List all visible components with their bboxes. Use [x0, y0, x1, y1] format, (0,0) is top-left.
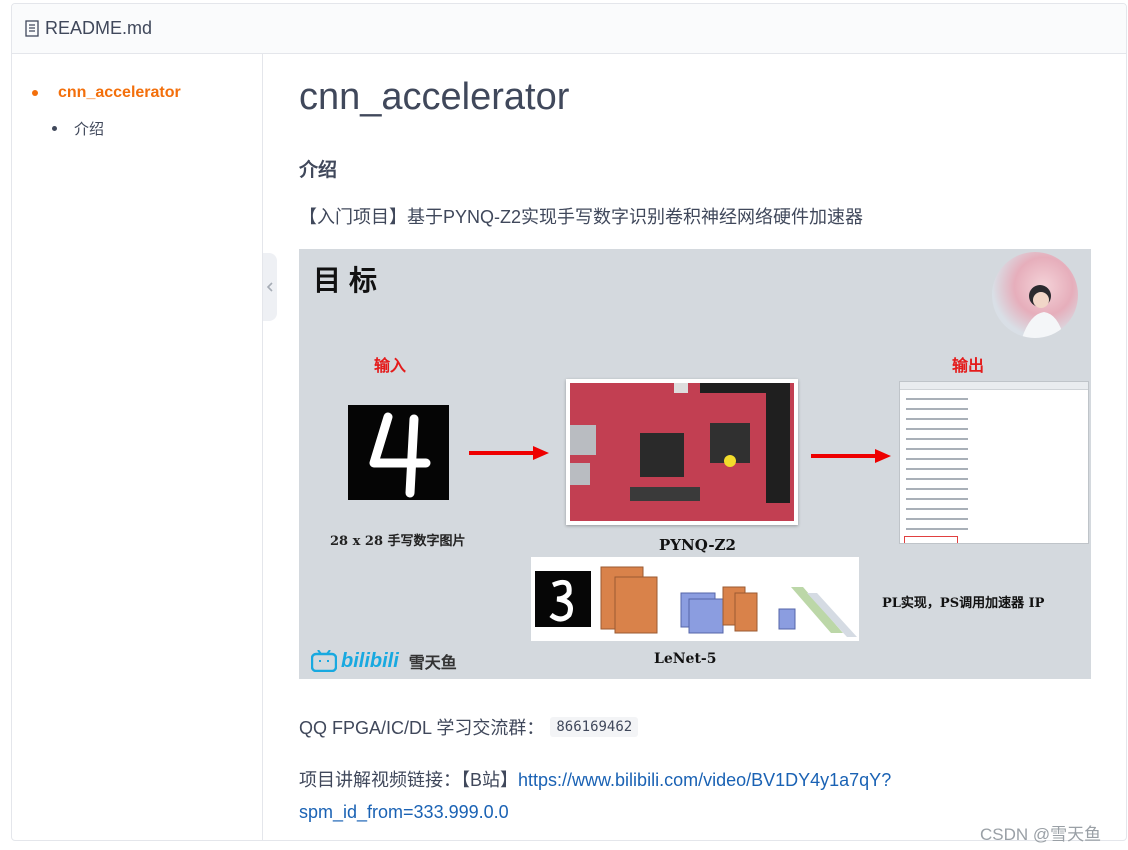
intro-paragraph: 【入门项目】基于PYNQ-Z2实现手写数字识别卷积神经网络硬件加速器	[299, 207, 864, 227]
toc-collapse-handle[interactable]	[263, 253, 277, 321]
bilibili-tv-icon	[311, 650, 337, 672]
qq-group-paragraph: QQ FPGA/IC/DL 学习交流群： 866169462	[299, 714, 639, 740]
digit-caption: 28 x 28 手写数字图片	[330, 534, 466, 549]
file-header: README.md	[12, 4, 1126, 54]
video-link-label: 项目讲解视频链接：【B站】	[299, 770, 519, 790]
banner-title: 目标	[313, 264, 386, 297]
board-caption: PYNQ-Z2	[659, 536, 736, 554]
csdn-watermark: CSDN @雪天鱼	[980, 825, 1102, 844]
page-title: cnn_accelerator	[299, 76, 570, 118]
arrow-right-icon	[811, 449, 891, 463]
section-heading: 介绍	[299, 160, 338, 181]
toc-item-intro[interactable]: 介绍	[52, 118, 104, 139]
lenet-diagram	[531, 557, 859, 641]
bilibili-logo-text: bilibili	[341, 649, 399, 672]
file-text-icon	[25, 20, 39, 37]
avatar-figure	[1022, 285, 1064, 338]
qq-group-label: QQ FPGA/IC/DL 学习交流群：	[299, 718, 545, 738]
video-link-paragraph: 项目讲解视频链接：【B站】https://www.bilibili.com/vi…	[299, 764, 1059, 828]
author-avatar	[992, 252, 1078, 338]
table-of-contents: cnn_accelerator 介绍	[12, 54, 263, 840]
file-name: README.md	[45, 18, 153, 38]
toc-item-label: cnn_accelerator	[58, 84, 181, 101]
toc-item-cnn-accelerator[interactable]: cnn_accelerator	[32, 84, 181, 102]
input-label: 输入	[374, 358, 407, 375]
arrow-right-icon	[469, 446, 549, 460]
lenet-caption: LeNet-5	[654, 651, 717, 667]
bilibili-brand: bilibili 雪天鱼	[311, 649, 457, 673]
project-banner-image: 目标 输入 输出 28 x 28 手写数字图片 PYNQ-Z2 LeNet-5 …	[299, 249, 1091, 679]
readme-content: cnn_accelerator 介绍 【入门项目】基于PYNQ-Z2实现手写数字…	[299, 54, 1126, 840]
output-label: 输出	[952, 358, 985, 375]
bullet-icon	[32, 90, 38, 96]
serial-terminal-screenshot	[899, 381, 1089, 544]
pynq-board-image	[566, 379, 798, 525]
pl-ps-caption: PL实现，PS调用加速器 IP	[882, 596, 1045, 611]
readme-panel: README.md cnn_accelerator 介绍 cnn_acceler…	[11, 3, 1127, 841]
handwritten-digit-image	[348, 405, 449, 500]
bullet-icon	[52, 126, 57, 131]
qq-group-number: 866169462	[550, 717, 639, 737]
banner-author: 雪天鱼	[408, 655, 457, 672]
toc-item-label: 介绍	[74, 121, 105, 138]
chevron-left-icon	[266, 282, 273, 292]
